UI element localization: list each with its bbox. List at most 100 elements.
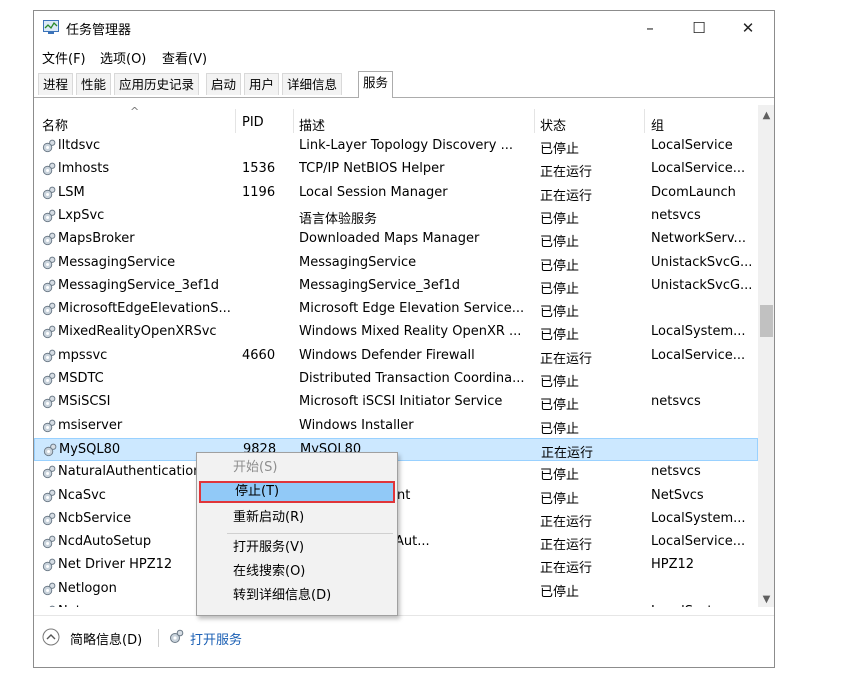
column-header-description[interactable]: 描述 — [299, 115, 325, 134]
column-header-pid[interactable]: PID — [242, 115, 264, 130]
table-row[interactable]: MicrosoftEdgeElevationS... Microsoft Edge… — [34, 298, 758, 321]
service-gear-icon — [42, 465, 56, 479]
ctx-item-start: 开始(S) — [233, 460, 278, 475]
scroll-up-arrow-icon[interactable]: ▲ — [758, 107, 774, 124]
column-separator[interactable] — [293, 109, 294, 133]
service-group: netsvcs — [651, 207, 701, 223]
table-row[interactable]: MixedRealityOpenXRSvc Windows Mixed Reali… — [34, 321, 758, 344]
service-group: NetworkServ... — [651, 231, 746, 247]
service-status: 已停止 — [540, 235, 580, 251]
window-title: 任务管理器 — [66, 23, 132, 38]
tab-services[interactable]: 服务 — [358, 71, 394, 98]
tab-details[interactable]: 详细信息 — [282, 73, 343, 95]
service-group: LocalSystem... — [651, 604, 755, 607]
service-gear-icon — [42, 349, 56, 362]
table-row[interactable]: MSDTC Distributed Transaction Coordina...… — [34, 368, 758, 391]
service-status: 已停止 — [540, 604, 640, 607]
service-gear-icon — [42, 302, 56, 316]
service-status: 已停止 — [540, 328, 580, 344]
column-separator[interactable] — [644, 109, 645, 133]
service-description: 语言体验服务 — [299, 211, 378, 227]
tab-strip: 进程 性能 应用历史记录 启动 用户 详细信息 服务 — [38, 71, 774, 98]
service-description: Windows Mixed Reality OpenXR ... — [299, 324, 522, 340]
ctx-item-search-online[interactable]: 在线搜索(O) — [199, 561, 395, 583]
menu-file[interactable]: 文件(F) — [42, 48, 86, 67]
service-gear-icon — [42, 256, 56, 269]
service-status: 正在运行 — [540, 351, 593, 367]
ctx-item-restart[interactable]: 重新启动(R) — [199, 507, 395, 529]
service-status: 已停止 — [540, 142, 580, 157]
ctx-item-stop[interactable]: 停止(T) — [199, 481, 395, 503]
service-status: 正在运行 — [540, 561, 593, 577]
service-gear-icon — [42, 489, 56, 502]
ctx-item-go-to-details[interactable]: 转到详细信息(D) — [199, 585, 395, 607]
scroll-down-arrow-icon[interactable]: ▼ — [758, 591, 774, 608]
tab-startup[interactable]: 启动 — [206, 73, 242, 95]
column-separator[interactable] — [235, 109, 236, 133]
service-group: netsvcs — [651, 394, 701, 410]
table-row[interactable]: MessagingService MessagingService 已停止 Unist… — [34, 252, 758, 275]
tab-processes[interactable]: 进程 — [38, 73, 74, 95]
table-row[interactable]: lmhosts 1536 TCP/IP NetBIOS Helper 正在运行 Loca… — [34, 158, 758, 181]
service-name: MapsBroker — [58, 231, 135, 247]
column-separator[interactable] — [534, 109, 535, 133]
service-name: MSDTC — [58, 371, 104, 386]
table-row[interactable]: lltdsvc Link-Layer Topology Discovery ...… — [34, 135, 758, 158]
title-bar[interactable]: 任务管理器 – ☐ ✕ — [34, 11, 774, 45]
service-name: msiserver — [58, 417, 123, 433]
scrollbar-thumb[interactable] — [760, 305, 773, 337]
service-name: MicrosoftEdgeElevationS... — [58, 301, 231, 317]
less-details-button[interactable]: 简略信息(D) — [70, 629, 142, 648]
chevron-up-circle-icon[interactable] — [42, 628, 60, 646]
service-group: LocalService... — [651, 161, 746, 177]
context-menu: 开始(S) 停止(T) 重新启动(R) 打开服务(V) 在线搜索(O) 转到详细信息(D) — [196, 452, 398, 616]
column-header-status[interactable]: 状态 — [540, 115, 566, 134]
service-name: MessagingService — [58, 254, 176, 270]
tab-users[interactable]: 用户 — [244, 73, 280, 95]
menu-options[interactable]: 选项(O) — [100, 48, 146, 67]
service-gear-icon — [42, 372, 56, 386]
minimize-button[interactable]: – — [630, 15, 670, 41]
footer-bar: 简略信息(D) 打开服务 — [34, 623, 774, 659]
service-gear-icon — [42, 209, 56, 223]
menu-view[interactable]: 查看(V) — [162, 48, 207, 67]
service-status: 已停止 — [540, 375, 580, 390]
service-gear-icon — [42, 162, 56, 176]
service-status: 已停止 — [540, 468, 580, 484]
service-gear-icon — [42, 419, 56, 432]
service-status: 已停止 — [540, 305, 580, 321]
service-name: lltdsvc — [58, 138, 101, 153]
vertical-scrollbar[interactable]: ▲ ▼ — [758, 105, 774, 608]
service-name: MessagingService_3ef1d — [58, 277, 219, 293]
table-row[interactable]: LxpSvc 语言体验服务 已停止 netsvcs — [34, 205, 758, 228]
column-header-group[interactable]: 组 — [651, 115, 664, 134]
service-name: LxpSvc — [58, 207, 105, 223]
tab-app-history[interactable]: 应用历史记录 — [114, 73, 200, 95]
table-row[interactable]: mpssvc 4660 Windows Defender Firewall 正在运行 L… — [34, 345, 758, 368]
service-group: LocalService... — [651, 534, 746, 550]
footer-divider — [34, 615, 774, 616]
open-services-link[interactable]: 打开服务 — [190, 629, 242, 648]
column-header-name[interactable]: 名称 — [42, 115, 68, 134]
service-pid: 4660 — [242, 347, 276, 363]
service-status: 已停止 — [540, 421, 580, 437]
table-row[interactable]: MessagingService_3ef1d MessagingService_3… — [34, 275, 758, 298]
table-row[interactable]: msiserver Windows Installer 已停止 — [34, 415, 758, 438]
table-row[interactable]: MapsBroker Downloaded Maps Manager 已停止 Netw… — [34, 228, 758, 251]
service-gear-icon — [42, 582, 56, 595]
service-status: 正在运行 — [540, 165, 593, 181]
service-group: LocalService — [651, 138, 733, 153]
services-gear-icon — [170, 629, 184, 643]
close-button[interactable]: ✕ — [728, 15, 768, 41]
table-row[interactable]: LSM 1196 Local Session Manager 正在运行 DcomLaun… — [34, 182, 758, 205]
service-description: TCP/IP NetBIOS Helper — [299, 161, 445, 177]
ctx-separator — [227, 533, 393, 534]
maximize-button[interactable]: ☐ — [679, 15, 719, 41]
table-row[interactable]: MSiSCSI Microsoft iSCSI Initiator Service… — [34, 391, 758, 414]
service-gear-icon — [42, 395, 56, 409]
task-manager-window: 任务管理器 – ☐ ✕ 文件(F) 选项(O) 查看(V) 进程 性能 应用历史… — [33, 10, 775, 668]
ctx-item-open-services[interactable]: 打开服务(V) — [199, 537, 395, 559]
service-description: Microsoft iSCSI Initiator Service — [299, 394, 503, 410]
service-group: NetSvcs — [651, 487, 704, 503]
tab-performance[interactable]: 性能 — [76, 73, 112, 95]
